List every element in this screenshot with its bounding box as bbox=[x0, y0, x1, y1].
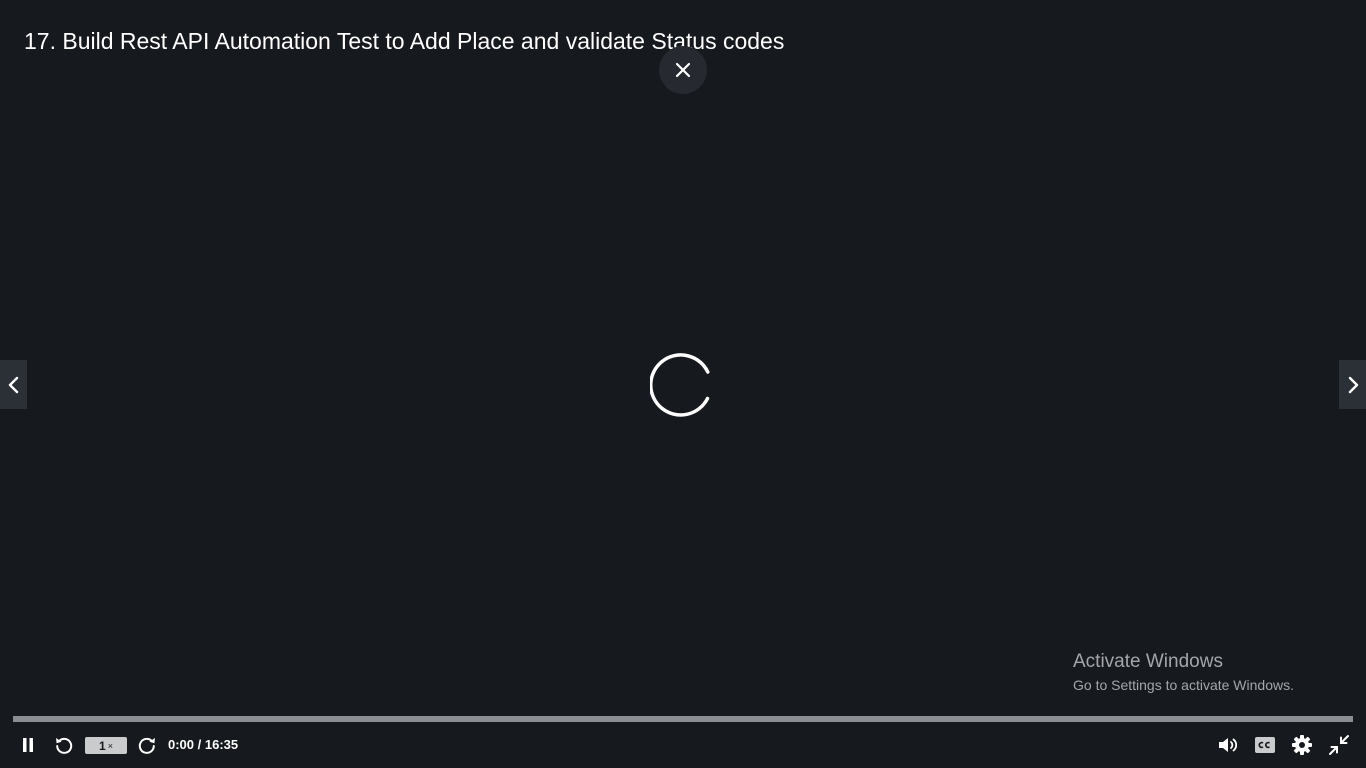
close-button[interactable] bbox=[659, 46, 707, 94]
watermark-subtitle: Go to Settings to activate Windows. bbox=[1073, 677, 1294, 693]
exit-fullscreen-icon bbox=[1329, 735, 1349, 755]
loading-spinner-icon bbox=[650, 353, 710, 417]
time-separator: / bbox=[194, 737, 205, 752]
previous-lecture-button[interactable] bbox=[0, 360, 27, 409]
play-pause-button[interactable] bbox=[18, 734, 38, 756]
windows-activation-watermark: Activate Windows Go to Settings to activ… bbox=[1073, 650, 1294, 696]
duration: 16:35 bbox=[204, 737, 239, 752]
pause-icon bbox=[23, 738, 33, 752]
captions-button[interactable] bbox=[1253, 734, 1277, 756]
chevron-left-icon bbox=[8, 376, 18, 393]
settings-button[interactable] bbox=[1290, 734, 1314, 756]
gear-icon bbox=[1292, 735, 1312, 755]
video-player: 17. Build Rest API Automation Test to Ad… bbox=[0, 0, 1366, 768]
progress-bar[interactable] bbox=[13, 716, 1353, 722]
rewind-button[interactable] bbox=[53, 734, 75, 756]
volume-button[interactable] bbox=[1216, 734, 1240, 756]
exit-fullscreen-button[interactable] bbox=[1327, 734, 1351, 756]
close-icon bbox=[675, 62, 691, 78]
time-display: 0:00 / 16:35 bbox=[168, 737, 238, 752]
chevron-right-icon bbox=[1348, 376, 1358, 393]
playback-speed-suffix: × bbox=[107, 740, 113, 751]
forward-icon bbox=[138, 737, 155, 754]
next-lecture-button[interactable] bbox=[1339, 360, 1366, 409]
forward-button[interactable] bbox=[136, 734, 158, 756]
control-bar: 1 × 0:00 / 16:35 bbox=[0, 730, 1366, 760]
rewind-icon bbox=[56, 737, 73, 754]
watermark-title: Activate Windows bbox=[1073, 651, 1223, 672]
playback-speed-button[interactable]: 1 × bbox=[85, 737, 127, 754]
volume-icon bbox=[1219, 738, 1238, 752]
current-time: 0:00 bbox=[168, 737, 195, 752]
playback-speed-value: 1 bbox=[99, 738, 106, 753]
closed-captions-icon bbox=[1255, 737, 1275, 753]
